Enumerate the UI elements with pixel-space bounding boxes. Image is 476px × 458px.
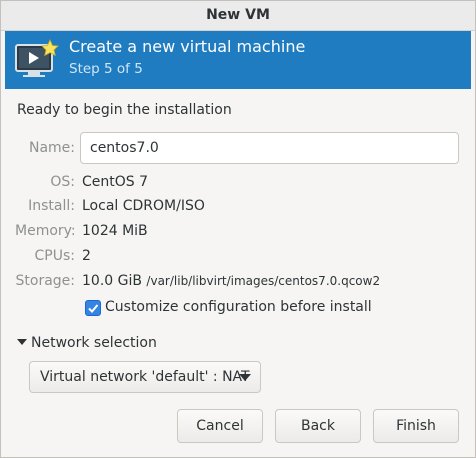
expander-arrow-icon — [17, 338, 27, 345]
cpus-label: CPUs: — [34, 248, 75, 264]
dropdown-arrow-icon — [239, 374, 251, 381]
checkmark-icon — [88, 304, 99, 313]
memory-value: 1024 MiB — [82, 223, 148, 239]
new-vm-window: New VM Create a new virtual machine Step… — [0, 0, 476, 458]
network-dropdown[interactable]: Virtual network 'default' : NAT — [29, 361, 261, 393]
customize-checkbox[interactable] — [85, 300, 101, 316]
step-indicator: Step 5 of 5 — [69, 61, 143, 77]
network-dropdown-value: Virtual network 'default' : NAT — [40, 369, 250, 385]
name-field[interactable] — [80, 132, 459, 164]
storage-path: /var/lib/libvirt/images/centos7.0.qcow2 — [146, 274, 381, 288]
customize-label[interactable]: Customize configuration before install — [105, 299, 372, 315]
computer-with-star-icon — [15, 39, 59, 77]
ready-heading: Ready to begin the installation — [17, 102, 232, 118]
cancel-button[interactable]: Cancel — [177, 409, 263, 443]
os-label: OS: — [50, 174, 75, 190]
storage-label: Storage: — [15, 273, 76, 289]
window-title: New VM — [1, 1, 475, 31]
storage-value: 10.0 GiB /var/lib/libvirt/images/centos7… — [82, 273, 380, 289]
network-expander-label: Network selection — [31, 335, 157, 351]
finish-button[interactable]: Finish — [373, 409, 459, 443]
back-button[interactable]: Back — [275, 409, 361, 443]
cpus-value: 2 — [82, 248, 91, 264]
network-expander[interactable]: Network selection — [17, 335, 157, 351]
install-label: Install: — [28, 198, 75, 214]
memory-label: Memory: — [15, 223, 76, 239]
install-value: Local CDROM/ISO — [82, 198, 205, 214]
os-value: CentOS 7 — [82, 174, 149, 190]
header-title: Create a new virtual machine — [69, 37, 306, 56]
storage-size: 10.0 GiB — [82, 273, 142, 289]
wizard-header: Create a new virtual machine Step 5 of 5 — [5, 31, 471, 89]
name-label: Name: — [28, 140, 75, 156]
